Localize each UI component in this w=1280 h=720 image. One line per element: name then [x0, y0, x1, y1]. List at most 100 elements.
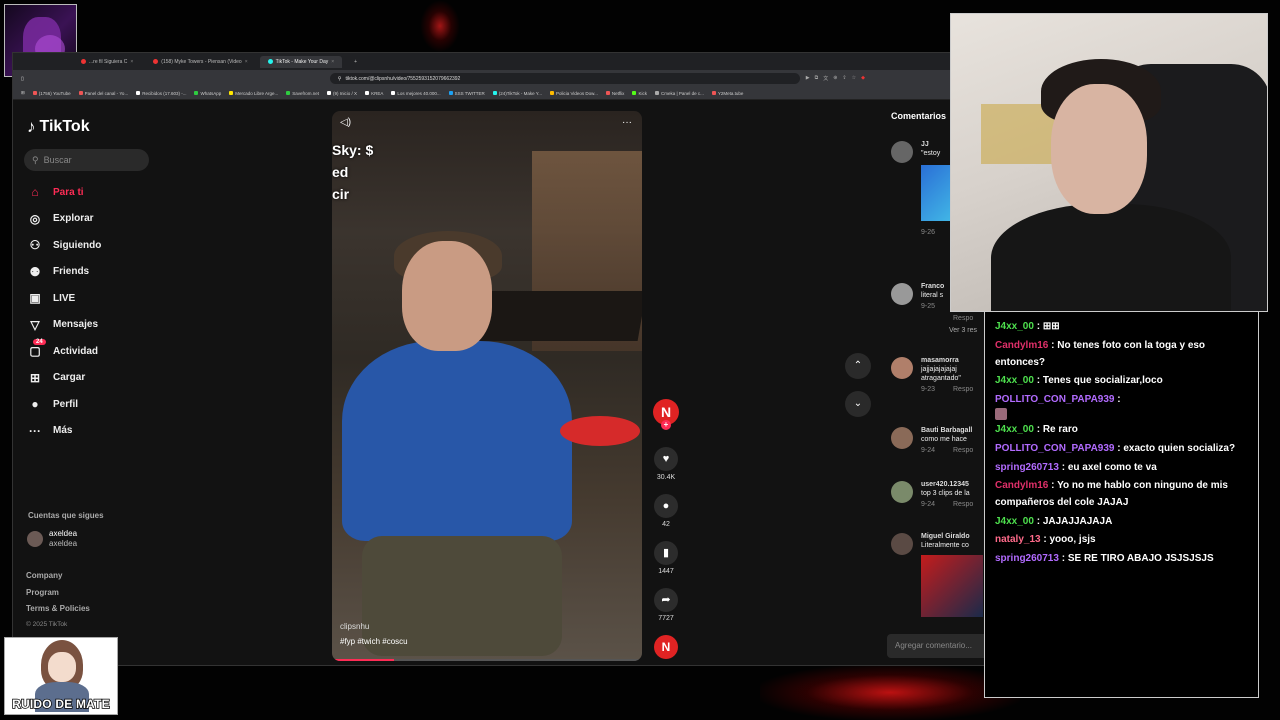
- bookmark[interactable]: Cmeka | Panel de c...: [654, 91, 704, 96]
- video-hashtags[interactable]: #fyp #twich #coscu: [340, 634, 408, 649]
- site-info-icon[interactable]: ⚲: [338, 76, 342, 82]
- reply-link[interactable]: Respo: [953, 386, 973, 393]
- avatar[interactable]: [891, 481, 913, 503]
- like-button[interactable]: ♥: [654, 447, 678, 471]
- avatar[interactable]: [891, 141, 913, 163]
- red-glow-bottom: [760, 665, 1020, 720]
- video-author[interactable]: clipsnhu: [340, 619, 408, 634]
- avatar[interactable]: [891, 533, 913, 555]
- author-avatar[interactable]: N +: [653, 399, 679, 430]
- volume-icon[interactable]: ◁): [340, 117, 351, 128]
- chat-username[interactable]: Candylm16: [995, 480, 1048, 491]
- follow-plus-icon[interactable]: +: [661, 420, 671, 430]
- sidebar-item-mensajes[interactable]: ▽ Mensajes: [27, 312, 101, 339]
- tab-tiktok[interactable]: TikTok - Make Your Day ×: [259, 55, 343, 68]
- search-input[interactable]: ⚲ Buscar: [24, 149, 149, 171]
- bookmark[interactable]: Recibidos (17.603) -...: [136, 91, 186, 96]
- sidebar-item-siguiendo[interactable]: ⚇ Siguiendo: [27, 232, 102, 259]
- comment-count: 42: [662, 521, 670, 528]
- video-progress[interactable]: [332, 659, 642, 661]
- following-icon: ⚇: [29, 238, 41, 253]
- chat-username[interactable]: J4xx_00: [995, 321, 1034, 332]
- translate-icon[interactable]: 文: [823, 75, 828, 82]
- screenshot-icon[interactable]: ⧉: [815, 75, 819, 82]
- bookmark[interactable]: WhatsApp: [194, 91, 221, 96]
- chat-username[interactable]: J4xx_00: [995, 375, 1034, 386]
- chat-username[interactable]: POLLITO_CON_PAPA939: [995, 443, 1114, 454]
- action-bar: N + ♥ 30.4K ● 42 ▮ 1447 ➦ 7727 N: [651, 399, 681, 659]
- bookmark[interactable]: Los mejores 40.000...: [391, 91, 441, 96]
- avatar[interactable]: [891, 283, 913, 305]
- chat-username[interactable]: POLLITO_CON_PAPA939: [995, 394, 1114, 405]
- footer-program[interactable]: Program: [26, 588, 90, 605]
- video-more-button[interactable]: ···: [622, 117, 632, 128]
- sidebar-item-friends[interactable]: ⚉ Friends: [27, 259, 101, 286]
- reply-link[interactable]: Respo: [953, 315, 973, 322]
- following-account[interactable]: axeldea axeldea: [27, 529, 77, 549]
- zoom-icon[interactable]: ⊕: [833, 75, 837, 82]
- bookmark[interactable]: (9) Inicio / X: [327, 91, 357, 96]
- reply-link[interactable]: Respo: [953, 447, 973, 454]
- chat-username[interactable]: Candylm16: [995, 340, 1048, 351]
- adblock-icon[interactable]: ◆: [861, 75, 865, 82]
- chat-username[interactable]: nataly_13: [995, 534, 1041, 545]
- bookmark[interactable]: (24)TikTok - Make Y...: [492, 91, 542, 96]
- chat-username[interactable]: J4xx_00: [995, 516, 1034, 527]
- music-avatar[interactable]: N: [654, 635, 678, 659]
- bookmark[interactable]: Y2Meta.tube: [711, 91, 743, 96]
- chat-username[interactable]: spring260713: [995, 553, 1059, 564]
- avatar[interactable]: [891, 357, 913, 379]
- chat-username[interactable]: J4xx_00: [995, 424, 1034, 435]
- bookmark[interactable]: KREA: [365, 91, 383, 96]
- like-count: 30.4K: [656, 474, 676, 481]
- url-field[interactable]: ⚲ tiktok.com/@clipsnhu/video/755259315207…: [329, 73, 800, 84]
- chat-text: : Re raro: [1033, 424, 1078, 436]
- video-player[interactable]: ◁) ··· Sky: $ ed cir clipsnhu #fyp #twic…: [332, 111, 642, 661]
- sidebar-nav: ⌂ Para ti ◎ Explorar ⚇ Siguiendo ⚉ Friends ▣…: [27, 179, 101, 444]
- view-replies[interactable]: Ver 3 res: [949, 327, 977, 334]
- chat-message: POLLITO_CON_PAPA939 :: [995, 391, 1248, 420]
- bookmark[interactable]: (1756) YouTube: [32, 91, 71, 96]
- sidebar-item-mas[interactable]: ··· Más: [27, 418, 101, 445]
- sidebar-item-perfil[interactable]: ● Perfil: [27, 391, 101, 418]
- reply-link[interactable]: Respo: [953, 501, 973, 508]
- chat-message: nataly_13 : yooo, jsjs: [995, 531, 1248, 548]
- sidebar-item-explorar[interactable]: ◎ Explorar: [27, 206, 101, 233]
- new-tab-button[interactable]: +: [346, 56, 365, 68]
- share-button[interactable]: ➦: [654, 588, 678, 612]
- footer-terms[interactable]: Terms & Policies: [26, 604, 90, 621]
- footer-company[interactable]: Company: [26, 571, 90, 588]
- avatar[interactable]: [891, 427, 913, 449]
- chat-username[interactable]: spring260713: [995, 462, 1059, 473]
- bookmark[interactable]: Kick: [632, 91, 647, 96]
- next-video-button[interactable]: ⌄: [845, 391, 871, 417]
- messages-icon: ▽: [30, 317, 40, 332]
- bookmark-save-icon: ▮: [662, 547, 670, 559]
- star-icon[interactable]: ☆: [852, 75, 856, 82]
- sidebar-item-cargar[interactable]: ⊞ Cargar: [27, 365, 101, 392]
- chat-text: :: [1114, 393, 1121, 405]
- sidebar-item-para-ti[interactable]: ⌂ Para ti: [27, 179, 101, 206]
- bookmark[interactable]: Policia Videos Dow...: [549, 91, 598, 96]
- extension-icon[interactable]: ▶: [806, 75, 810, 82]
- tab-2[interactable]: (158) Myke Towers - Piensan (Video ×: [145, 56, 255, 68]
- sidebar-item-actividad[interactable]: ▢ 24 Actividad: [27, 338, 101, 365]
- bookmark[interactable]: Savefrom.net: [286, 91, 319, 96]
- copyright: © 2025 TikTok: [26, 620, 68, 628]
- share-icon[interactable]: ⇪: [842, 75, 846, 82]
- previous-video-button[interactable]: ⌃: [845, 353, 871, 379]
- bookmark[interactable]: Netflix: [605, 91, 624, 96]
- activity-badge: 24: [33, 339, 46, 345]
- chat-text: : ⊞⊞: [1033, 321, 1060, 332]
- comment-button[interactable]: ●: [654, 494, 678, 518]
- bookmark[interactable]: Panel del canal - Yo...: [78, 91, 128, 96]
- bookmark[interactable]: SSS TWITTER: [448, 91, 485, 96]
- apps-icon[interactable]: ⊞: [21, 90, 25, 96]
- comment-input[interactable]: Agregar comentario...: [887, 634, 989, 658]
- tab-1[interactable]: ...re fil Siguiera C ×: [73, 56, 141, 68]
- bookmark[interactable]: Mercado Libre Arge...: [229, 91, 278, 96]
- bookmark-icon[interactable]: ▯: [21, 76, 24, 82]
- sidebar-item-live[interactable]: ▣ LIVE: [27, 285, 101, 312]
- tiktok-logo[interactable]: ♪ TikTok: [27, 117, 90, 137]
- save-button[interactable]: ▮: [654, 541, 678, 565]
